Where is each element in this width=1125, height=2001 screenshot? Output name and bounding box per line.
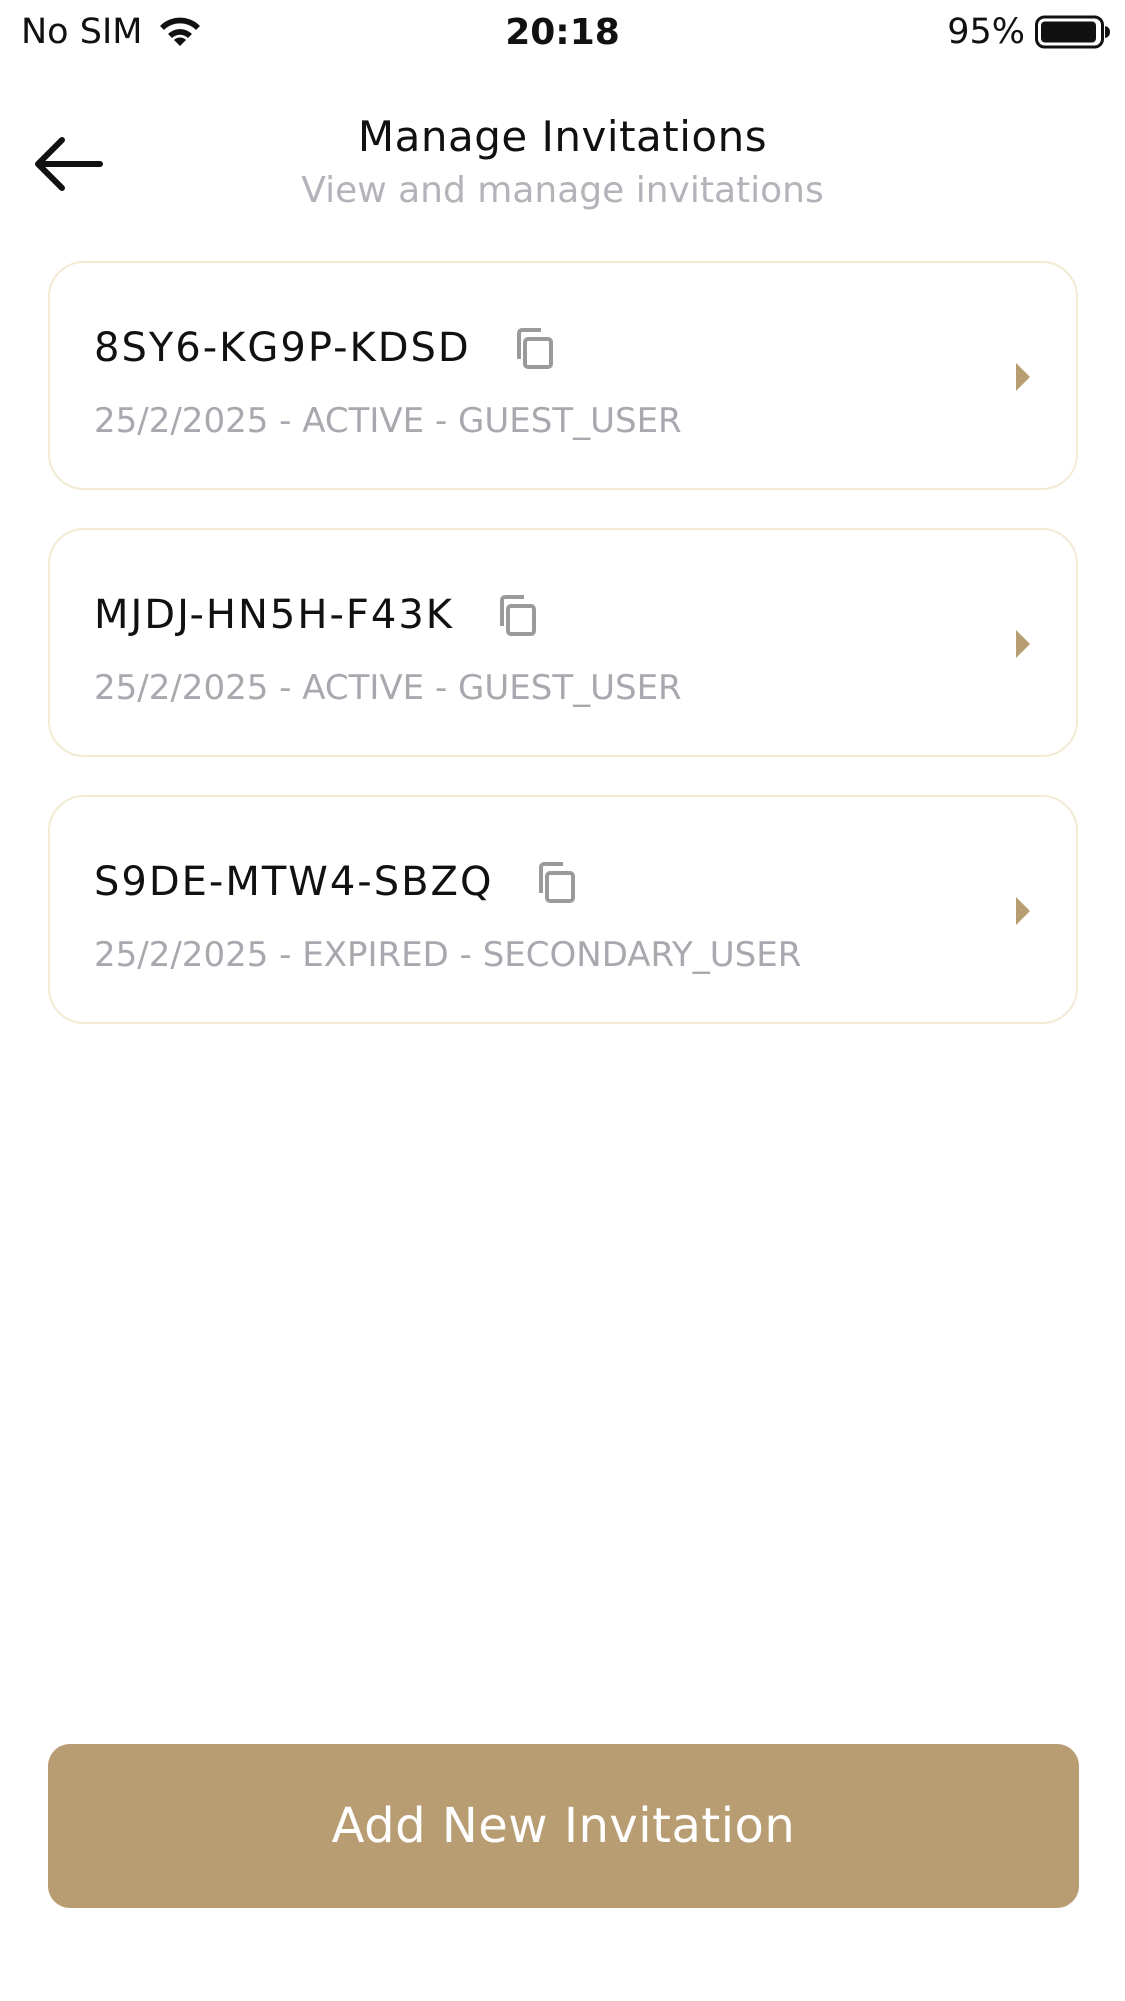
copy-icon[interactable] xyxy=(511,325,557,371)
invitation-meta: 25/2/2025 - ACTIVE - GUEST_USER xyxy=(94,668,682,708)
status-right: 95% xyxy=(947,8,1111,56)
invitation-code-row: 8SY6-KG9P-KDSD xyxy=(94,325,557,371)
copy-icon[interactable] xyxy=(533,859,579,905)
chevron-right-icon xyxy=(1016,363,1030,391)
invitation-code: 8SY6-KG9P-KDSD xyxy=(94,325,471,371)
status-bar: No SIM 20:18 95% xyxy=(0,0,1125,64)
invitation-code-row: MJDJ-HN5H-F43K xyxy=(94,592,540,638)
chevron-right-icon xyxy=(1016,897,1030,925)
add-invitation-button[interactable]: Add New Invitation xyxy=(48,1744,1079,1908)
page-title: Manage Invitations xyxy=(357,112,768,161)
invitation-meta: 25/2/2025 - EXPIRED - SECONDARY_USER xyxy=(94,935,802,975)
invitation-card[interactable]: MJDJ-HN5H-F43K 25/2/2025 - ACTIVE - GUES… xyxy=(48,528,1078,757)
invitation-code: S9DE-MTW4-SBZQ xyxy=(94,859,494,905)
copy-icon[interactable] xyxy=(494,592,540,638)
invitation-code: MJDJ-HN5H-F43K xyxy=(94,592,455,638)
battery-icon xyxy=(1035,15,1110,49)
invitation-meta: 25/2/2025 - ACTIVE - GUEST_USER xyxy=(94,401,682,441)
chevron-right-icon xyxy=(1016,630,1030,658)
invitation-code-row: S9DE-MTW4-SBZQ xyxy=(94,859,579,905)
invitation-card[interactable]: 8SY6-KG9P-KDSD 25/2/2025 - ACTIVE - GUES… xyxy=(48,261,1078,490)
page-subtitle: View and manage invitations xyxy=(301,170,824,211)
battery-percent: 95% xyxy=(947,12,1025,52)
invitation-list: 8SY6-KG9P-KDSD 25/2/2025 - ACTIVE - GUES… xyxy=(48,261,1078,1062)
invitation-card[interactable]: S9DE-MTW4-SBZQ 25/2/2025 - EXPIRED - SEC… xyxy=(48,795,1078,1024)
